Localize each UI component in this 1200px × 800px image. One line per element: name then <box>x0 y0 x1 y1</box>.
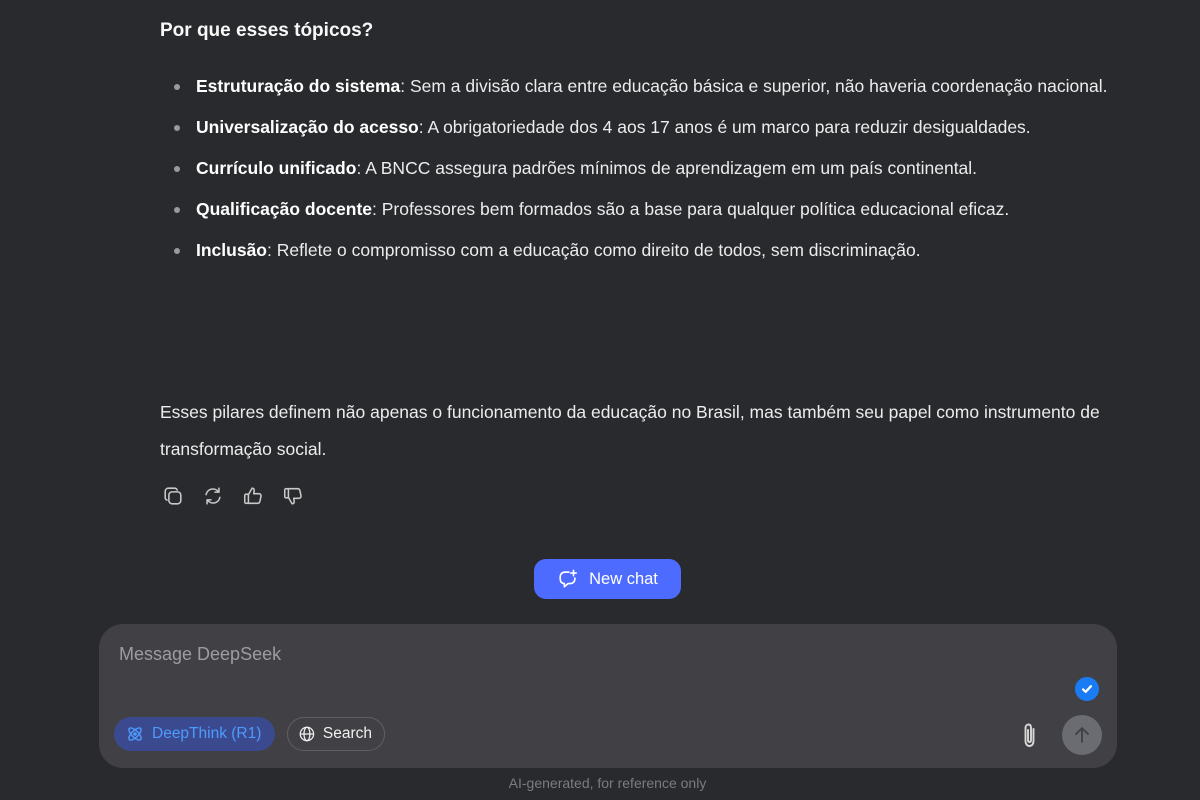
check-icon <box>1081 685 1093 693</box>
thumbs-down-icon <box>283 487 302 505</box>
thumbs-up-icon <box>243 487 262 505</box>
attach-button[interactable] <box>1016 720 1044 750</box>
topic-term: Estruturação do sistema <box>196 76 401 96</box>
list-item: Universalização do acesso: A obrigatorie… <box>174 109 1116 146</box>
arrow-up-icon <box>1075 727 1089 743</box>
atom-icon <box>128 727 142 741</box>
regenerate-button[interactable] <box>200 483 226 509</box>
search-label: Search <box>322 725 372 742</box>
paperclip-icon <box>1024 723 1035 747</box>
response-actions <box>160 483 306 509</box>
topic-text: : Sem a divisão clara entre educação bás… <box>400 76 1108 96</box>
check-badge[interactable] <box>1075 677 1099 701</box>
topic-text: : Reflete o compromisso com a educação c… <box>267 240 921 260</box>
message-input[interactable] <box>117 642 1061 686</box>
copy-icon <box>164 487 182 505</box>
topic-term: Universalização do acesso <box>196 117 419 137</box>
thumbs-up-button[interactable] <box>240 483 266 509</box>
response-heading: Por que esses tópicos? <box>160 20 374 41</box>
deepthink-label: DeepThink (R1) <box>152 725 262 742</box>
send-button[interactable] <box>1062 715 1102 755</box>
list-item: Estruturação do sistema: Sem a divisão c… <box>174 68 1116 105</box>
copy-button[interactable] <box>160 483 186 509</box>
new-chat-icon <box>559 569 578 588</box>
topic-term: Currículo unificado <box>196 158 357 178</box>
thumbs-down-button[interactable] <box>280 483 306 509</box>
topic-text: : A BNCC assegura padrões mínimos de apr… <box>356 158 978 178</box>
deepthink-toggle[interactable]: DeepThink (R1) <box>114 717 275 751</box>
list-item: Inclusão: Reflete o compromisso com a ed… <box>174 232 1116 269</box>
topic-term: Qualificação docente <box>196 199 373 219</box>
new-chat-label: New chat <box>589 569 658 588</box>
message-composer: DeepThink (R1) Search <box>99 624 1117 768</box>
list-item: Qualificação docente: Professores bem fo… <box>174 191 1116 228</box>
topic-term: Inclusão <box>196 240 267 260</box>
new-chat-button[interactable]: New chat <box>534 559 681 599</box>
topics-list: Estruturação do sistema: Sem a divisão c… <box>160 68 1116 273</box>
topic-text: : Professores bem formados são a base pa… <box>372 199 1010 219</box>
topic-text: : A obrigatoriedade dos 4 aos 17 anos é … <box>418 117 1031 137</box>
search-toggle[interactable]: Search <box>287 717 385 751</box>
list-item: Currículo unificado: A BNCC assegura pad… <box>174 150 1116 187</box>
ai-disclaimer: AI-generated, for reference only <box>508 775 707 791</box>
response-conclusion: Esses pilares definem não apenas o funci… <box>160 402 1100 459</box>
regenerate-icon <box>205 487 221 505</box>
globe-icon <box>299 726 315 742</box>
